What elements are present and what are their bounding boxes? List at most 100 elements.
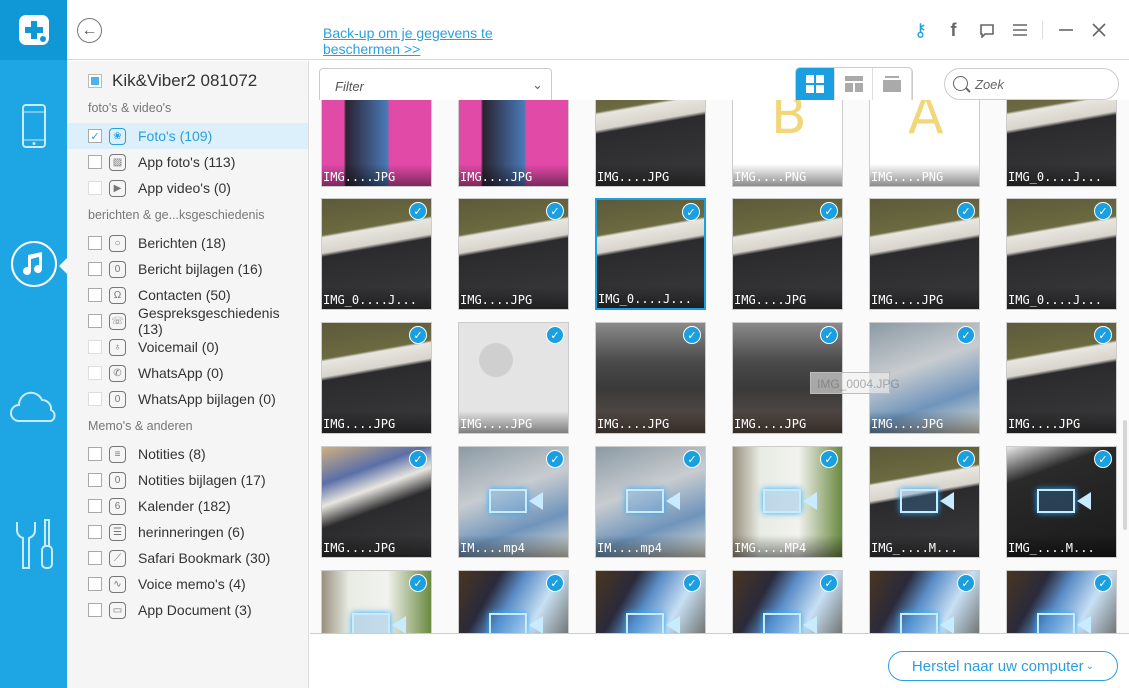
- check-icon[interactable]: ✓: [820, 574, 838, 592]
- restore-to-computer-button[interactable]: Herstel naar uw computer ⌄: [888, 651, 1118, 681]
- check-icon[interactable]: ✓: [1094, 326, 1112, 344]
- grid-large-view-button[interactable]: [796, 68, 835, 100]
- check-icon[interactable]: ✓: [957, 326, 975, 344]
- checkbox[interactable]: [88, 236, 102, 250]
- check-icon[interactable]: ✓: [820, 450, 838, 468]
- photo-tile[interactable]: ✓ IMG....JPG: [732, 198, 843, 310]
- photo-tile[interactable]: ✓ IMG_0....J...: [1006, 198, 1117, 310]
- photo-tile[interactable]: ✓ IMG_0....J...: [595, 198, 706, 310]
- phone-icon[interactable]: [0, 103, 67, 149]
- back-button[interactable]: ←: [77, 18, 102, 43]
- checkbox[interactable]: [88, 577, 102, 591]
- close-icon[interactable]: [1082, 18, 1115, 42]
- feedback-icon[interactable]: [970, 18, 1003, 42]
- sidebar-item[interactable]: 0 Notities bijlagen (17): [67, 467, 308, 493]
- photo-tile[interactable]: ✓: [869, 570, 980, 633]
- check-icon[interactable]: ✓: [409, 450, 427, 468]
- grid-small-view-button[interactable]: [835, 68, 874, 100]
- filter-dropdown[interactable]: Filter ⌄: [319, 68, 552, 102]
- list-view-button[interactable]: [873, 68, 912, 100]
- checkbox[interactable]: [88, 314, 102, 328]
- checkbox[interactable]: [88, 499, 102, 513]
- photo-tile[interactable]: ✓ IMG....JPG: [595, 322, 706, 434]
- check-icon[interactable]: ✓: [957, 450, 975, 468]
- checkbox[interactable]: [88, 262, 102, 276]
- photo-tile[interactable]: ✓: [732, 570, 843, 633]
- photo-tile[interactable]: ✓: [1006, 570, 1117, 633]
- sidebar-item[interactable]: ≡ Notities (8): [67, 441, 308, 467]
- photo-tile[interactable]: B IMG....PNG: [732, 100, 843, 187]
- check-icon[interactable]: ✓: [683, 326, 701, 344]
- sidebar-item[interactable]: ○ Berichten (18): [67, 230, 308, 256]
- photo-tile[interactable]: ✓ IMG....JPG: [458, 322, 569, 434]
- check-icon[interactable]: ✓: [957, 574, 975, 592]
- cloud-icon[interactable]: [0, 388, 67, 424]
- minimize-icon[interactable]: [1049, 18, 1082, 42]
- sidebar-item[interactable]: ▭ App Document (3): [67, 597, 308, 623]
- music-icon[interactable]: [0, 240, 67, 288]
- device-row[interactable]: Kik&Viber2 081072: [88, 71, 257, 91]
- check-icon[interactable]: ✓: [1094, 574, 1112, 592]
- photo-tile[interactable]: ✓: [595, 570, 706, 633]
- check-icon[interactable]: ✓: [546, 202, 564, 220]
- check-icon[interactable]: ✓: [409, 326, 427, 344]
- tools-icon[interactable]: [0, 518, 67, 572]
- sidebar-item[interactable]: ∿ Voice memo's (4): [67, 571, 308, 597]
- checkbox[interactable]: [88, 525, 102, 539]
- scrollbar[interactable]: [1123, 420, 1127, 530]
- sidebar-item[interactable]: 0 Bericht bijlagen (16): [67, 256, 308, 282]
- checkbox[interactable]: [88, 155, 102, 169]
- check-icon[interactable]: ✓: [820, 202, 838, 220]
- check-icon[interactable]: ✓: [1094, 450, 1112, 468]
- check-icon[interactable]: ✓: [957, 202, 975, 220]
- photo-tile[interactable]: ✓ IMG_....M...: [1006, 446, 1117, 558]
- checkbox[interactable]: [88, 288, 102, 302]
- photo-tile[interactable]: A IMG....PNG: [869, 100, 980, 187]
- check-icon[interactable]: ✓: [409, 574, 427, 592]
- sidebar-item[interactable]: ☰ herinneringen (6): [67, 519, 308, 545]
- checkbox[interactable]: [88, 181, 102, 195]
- sidebar-item[interactable]: ▨ App foto's (113): [67, 149, 308, 175]
- sidebar-item[interactable]: ✓ ❀ Foto's (109): [67, 123, 308, 149]
- photo-tile[interactable]: IMG....JPG: [458, 100, 569, 187]
- checkbox[interactable]: [88, 473, 102, 487]
- photo-tile[interactable]: ✓ IMG....JPG: [321, 446, 432, 558]
- check-icon[interactable]: ✓: [1094, 202, 1112, 220]
- checkbox[interactable]: [88, 447, 102, 461]
- sidebar-item[interactable]: ⟋ Safari Bookmark (30): [67, 545, 308, 571]
- photo-tile[interactable]: ✓ IMG....JPG: [458, 198, 569, 310]
- photo-tile[interactable]: ✓: [321, 570, 432, 633]
- menu-icon[interactable]: [1003, 18, 1036, 42]
- check-icon[interactable]: ✓: [546, 450, 564, 468]
- check-icon[interactable]: ✓: [409, 202, 427, 220]
- photo-tile[interactable]: ✓: [458, 570, 569, 633]
- sidebar-item[interactable]: ✆ WhatsApp (0): [67, 360, 308, 386]
- checkbox[interactable]: [88, 603, 102, 617]
- search-input[interactable]: Zoek: [944, 68, 1119, 100]
- device-checkbox[interactable]: [88, 74, 102, 88]
- checkbox[interactable]: [88, 366, 102, 380]
- photo-tile[interactable]: IMG....JPG: [595, 100, 706, 187]
- photo-tile[interactable]: ✓ IMG_0....J...: [321, 198, 432, 310]
- key-icon[interactable]: ⚷: [904, 18, 937, 42]
- facebook-icon[interactable]: f: [937, 18, 970, 42]
- sidebar-item[interactable]: 6 Kalender (182): [67, 493, 308, 519]
- sidebar-item[interactable]: 0 WhatsApp bijlagen (0): [67, 386, 308, 412]
- sidebar-item[interactable]: ☏ Gespreksgeschiedenis (13): [67, 305, 308, 337]
- checkbox[interactable]: [88, 340, 102, 354]
- checkbox[interactable]: ✓: [88, 129, 102, 143]
- photo-tile[interactable]: ✓ IMG....MP4: [732, 446, 843, 558]
- check-icon[interactable]: ✓: [683, 574, 701, 592]
- check-icon[interactable]: ✓: [546, 574, 564, 592]
- photo-tile[interactable]: IMG_0....J...: [1006, 100, 1117, 187]
- photo-tile[interactable]: IMG....JPG: [321, 100, 432, 187]
- backup-link[interactable]: Back-up om je gegevens te beschermen >>: [323, 25, 513, 57]
- photo-tile[interactable]: ✓ IM....mp4: [595, 446, 706, 558]
- check-icon[interactable]: ✓: [682, 203, 700, 221]
- check-icon[interactable]: ✓: [820, 326, 838, 344]
- sidebar-item[interactable]: ▶ App video's (0): [67, 175, 308, 201]
- checkbox[interactable]: [88, 392, 102, 406]
- sidebar-item[interactable]: ♁ Voicemail (0): [67, 334, 308, 360]
- photo-tile[interactable]: ✓ IMG....JPG: [321, 322, 432, 434]
- photo-tile[interactable]: ✓ IMG_....M...: [869, 446, 980, 558]
